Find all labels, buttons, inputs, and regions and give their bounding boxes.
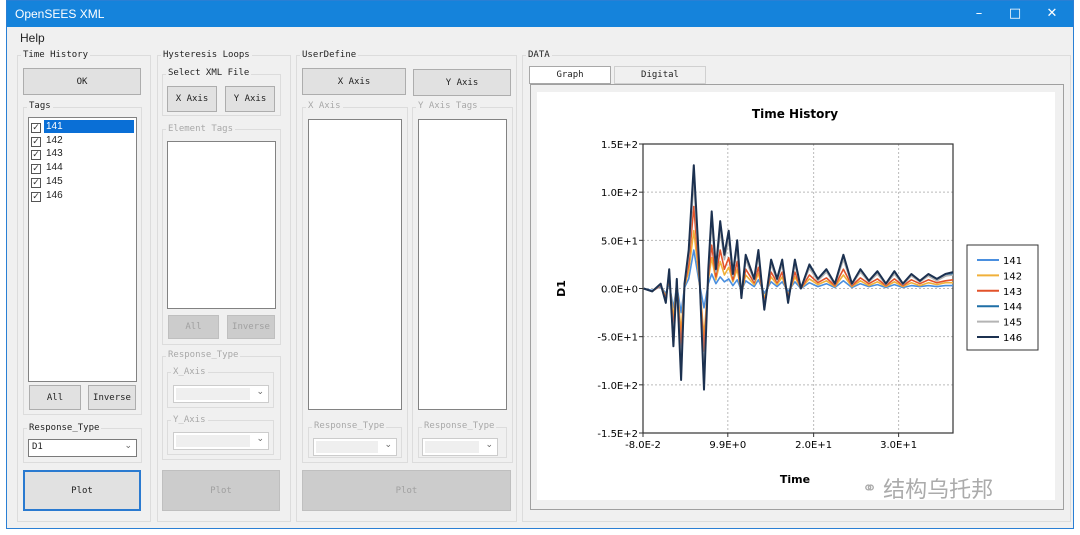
y-axis-select[interactable]: ⌄ [173,432,269,450]
tags-inverse-button[interactable]: Inverse [88,385,136,410]
tag-item[interactable]: ✓ 141 [31,120,135,133]
user-x-axis-title: X Axis [306,101,343,111]
checkbox[interactable]: ✓ [31,164,41,175]
title-bar: OpenSEES XML – □ ✕ [7,1,1073,27]
minimize-icon[interactable]: – [962,1,996,27]
checkbox[interactable]: ✓ [31,136,41,147]
user-response-type-2-title: Response_Type [422,421,497,431]
user-x-axis-button[interactable]: X Axis [302,68,406,95]
x-axis-group-title: X_Axis [171,367,208,377]
maximize-icon[interactable]: □ [998,1,1032,27]
watermark-text: 结构乌托邦 [883,478,994,503]
response-type-title: Response_Type [27,423,102,433]
chart-title: Time History [752,107,838,121]
legend-label: 142 [1003,271,1022,282]
y-axis-label: D1 [555,280,568,297]
chevron-down-icon: ⌄ [384,440,392,450]
user-response-type-1-title: Response_Type [312,421,387,431]
user-y-axis-tags-listbox[interactable] [418,119,507,410]
x-axis-select[interactable]: ⌄ [173,385,269,403]
tags-all-button[interactable]: All [29,385,81,410]
y-axis-group-title: Y_Axis [171,415,208,425]
tab-graph[interactable]: Graph [529,66,611,84]
tag-label: 142 [46,134,63,146]
window-title: OpenSEES XML [15,7,105,21]
legend-label: 146 [1003,333,1022,344]
element-tags-listbox[interactable] [167,141,276,309]
x-axis-label: Time [780,473,810,486]
tab-digital[interactable]: Digital [614,66,706,84]
element-all-button[interactable]: All [168,315,219,339]
tags-listbox[interactable]: ✓ 141 ✓ 142 ✓ 143 ✓ 144 ✓ 145 ✓ 146 [28,117,137,382]
tag-item[interactable]: ✓ 142 [31,134,135,147]
y-tick-label: -1.0E+2 [597,381,638,392]
tag-item[interactable]: ✓ 143 [31,147,135,161]
select-xml-title: Select XML File [166,68,252,78]
y-tick-label: -5.0E+1 [597,333,638,344]
tag-label: 141 [44,120,134,133]
hysteresis-y-axis-button[interactable]: Y Axis [225,86,275,112]
checkbox[interactable]: ✓ [31,123,41,133]
user-y-axis-tags-title: Y Axis Tags [416,101,480,111]
watermark: ⚭ 结构乌托邦 [862,472,993,504]
menu-help[interactable]: Help [20,31,45,45]
ok-button[interactable]: OK [23,68,141,95]
y-tick-label: 1.0E+2 [601,188,638,199]
user-plot-button[interactable]: Plot [302,470,511,511]
user-define-title: UserDefine [300,50,359,60]
checkbox[interactable]: ✓ [31,191,41,202]
checkbox[interactable]: ✓ [31,150,41,161]
plot-button[interactable]: Plot [23,470,141,511]
close-icon[interactable]: ✕ [1035,1,1069,27]
wechat-icon: ⚭ [862,477,878,499]
x-tick-label: 3.0E+1 [880,440,917,451]
tags-title: Tags [27,101,53,111]
time-history-title: Time History [21,50,91,60]
response-type-select[interactable]: D1 ⌄ [28,439,137,457]
tag-label: 143 [46,148,63,160]
element-inverse-button[interactable]: Inverse [227,315,275,339]
user-x-axis-listbox[interactable] [308,119,402,410]
user-response-type-1-select[interactable]: ⌄ [313,438,397,456]
legend-label: 143 [1003,287,1022,298]
tag-item[interactable]: ✓ 146 [31,189,135,202]
x-tick-label: 9.9E+0 [709,440,746,451]
y-tick-label: 1.5E+2 [601,140,638,151]
tag-label: 144 [46,162,63,174]
tag-label: 145 [46,175,63,187]
data-title: DATA [526,50,552,60]
legend-label: 141 [1003,256,1022,267]
x-tick-label: -8.0E-2 [625,440,661,451]
hysteresis-x-axis-button[interactable]: X Axis [167,86,217,112]
tag-item[interactable]: ✓ 144 [31,161,135,175]
chevron-down-icon: ⌄ [124,441,132,451]
y-tick-label: 5.0E+1 [601,236,638,247]
y-tick-label: 0.0E+0 [601,285,638,296]
response-type-value: D1 [32,442,43,452]
chevron-down-icon: ⌄ [256,387,264,397]
tag-item[interactable]: ✓ 145 [31,175,135,188]
x-tick-label: 2.0E+1 [795,440,832,451]
legend: 141 142 143 144 145 146 [966,244,1039,351]
legend-label: 145 [1003,318,1022,329]
y-tick-label: -1.5E+2 [597,429,638,440]
hysteresis-plot-button[interactable]: Plot [162,470,280,511]
hysteresis-response-type-title: Response_Type [166,350,241,360]
chevron-down-icon: ⌄ [256,434,264,444]
user-y-axis-button[interactable]: Y Axis [413,69,511,96]
checkbox[interactable]: ✓ [31,177,41,188]
chevron-down-icon: ⌄ [485,440,493,450]
legend-label: 144 [1003,302,1022,313]
user-response-type-2-select[interactable]: ⌄ [422,438,498,456]
hysteresis-title: Hysteresis Loops [161,50,252,60]
element-tags-title: Element Tags [166,124,236,134]
tag-label: 146 [46,189,63,201]
time-history-chart: Time History -8.0E-2 9.9E+0 2.0E+1 3.0E+1 1.5… [537,92,1055,500]
